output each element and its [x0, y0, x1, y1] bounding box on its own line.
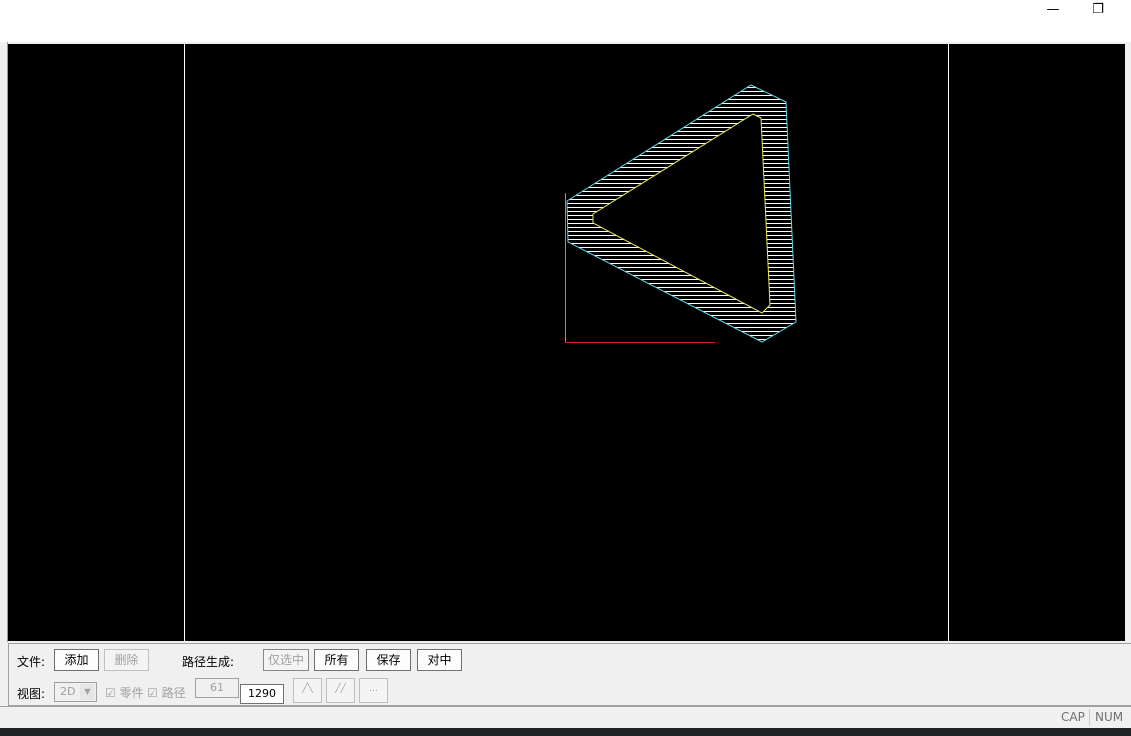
- value2-field[interactable]: 1290: [240, 684, 284, 704]
- add-button[interactable]: 添加: [54, 649, 99, 671]
- chevron-down-icon: ▼: [80, 684, 95, 700]
- hatch-lines: [567, 87, 796, 340]
- profile-button-2[interactable]: ╱╱: [326, 678, 355, 703]
- control-panel: 文件: 添加 删除 路径生成: 仅选中 所有 保存 对中 视图: 2D ▼ ☑ …: [8, 643, 1131, 706]
- view-mode-value: 2D: [60, 685, 76, 698]
- profile-button-1[interactable]: ╱╲: [293, 678, 322, 703]
- delete-button[interactable]: 删除: [104, 649, 149, 671]
- parts-checkbox[interactable]: ☑ 零件: [105, 684, 144, 701]
- restore-icon[interactable]: ❐: [1083, 2, 1113, 22]
- center-button[interactable]: 对中: [417, 649, 462, 671]
- profile-icon-2: ╱╱: [335, 684, 346, 694]
- view-mode-select[interactable]: 2D ▼: [54, 682, 97, 702]
- profile-icon-1: ╱╲: [302, 684, 313, 694]
- profile-button-3[interactable]: …: [359, 678, 388, 703]
- file-label: 文件:: [17, 655, 46, 669]
- path-checkbox[interactable]: ☑ 路径: [147, 684, 186, 701]
- cap-indicator: CAP: [1061, 710, 1085, 724]
- title-bar: — ❐: [0, 0, 1131, 42]
- taskbar: [0, 728, 1131, 736]
- drawing-canvas[interactable]: [8, 44, 1125, 641]
- all-button[interactable]: 所有: [314, 649, 359, 671]
- selected-only-button[interactable]: 仅选中: [263, 649, 309, 671]
- value1-field[interactable]: 61: [195, 678, 239, 698]
- parts-label: 零件: [119, 686, 144, 700]
- minimize-icon[interactable]: —: [1038, 2, 1068, 22]
- num-indicator: NUM: [1095, 710, 1124, 724]
- left-frame: [0, 42, 8, 642]
- profile-icon-3: …: [369, 684, 378, 694]
- view-label: 视图:: [17, 687, 46, 701]
- status-bar: CAP NUM: [0, 706, 1131, 728]
- path-gen-label: 路径生成:: [182, 655, 235, 669]
- save-button[interactable]: 保存: [366, 649, 411, 671]
- canvas-svg: [184, 44, 949, 641]
- path-label: 路径: [161, 686, 186, 700]
